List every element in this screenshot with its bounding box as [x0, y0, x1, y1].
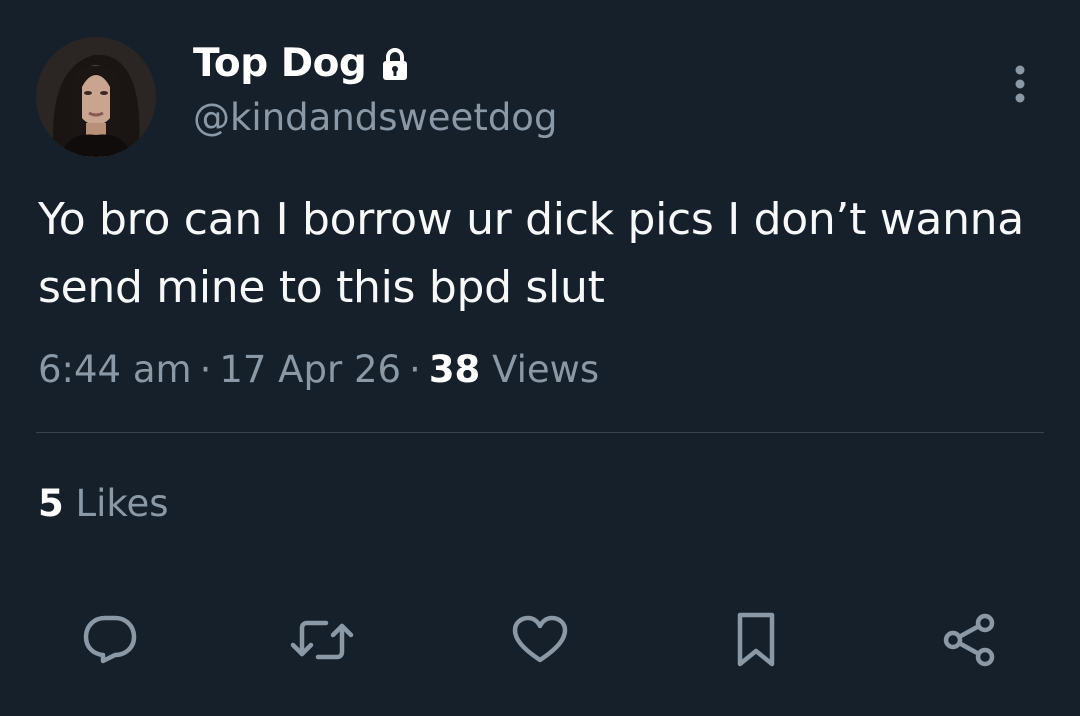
heart-icon [512, 615, 568, 663]
separator-dot: · [409, 348, 421, 391]
likes-count: 5 [38, 482, 64, 525]
views-label: Views [492, 348, 600, 391]
like-button[interactable] [508, 610, 572, 670]
separator-dot: · [199, 348, 212, 391]
likes-label: Likes [75, 482, 169, 525]
share-icon [943, 613, 995, 667]
tweet-text: Yo bro can I borrow ur dick pics I don’t… [38, 194, 1024, 313]
retweet-icon [290, 620, 354, 660]
avatar[interactable] [36, 37, 156, 157]
retweet-button[interactable] [290, 610, 354, 670]
reply-icon [83, 615, 137, 664]
more-options-icon[interactable] [1004, 64, 1036, 106]
profile-photo [36, 37, 156, 157]
author-name-row: Top Dog [193, 40, 410, 88]
views-count: 38 [428, 348, 481, 391]
reply-button[interactable] [78, 610, 142, 670]
tweet-date[interactable]: 17 Apr 26 [219, 348, 401, 391]
likes-stat[interactable]: 5 Likes [38, 478, 169, 530]
divider [36, 432, 1044, 433]
share-button[interactable] [938, 610, 1002, 670]
bookmark-icon [737, 612, 775, 667]
display-name[interactable]: Top Dog [193, 40, 367, 88]
tweet-metadata: 6:44 am · 17 Apr 26 · 38 Views [38, 344, 599, 396]
tweet-time[interactable]: 6:44 am [38, 348, 192, 391]
lock-icon [380, 47, 410, 81]
bookmark-button[interactable] [724, 610, 788, 670]
handle[interactable]: @kindandsweetdog [193, 94, 557, 142]
